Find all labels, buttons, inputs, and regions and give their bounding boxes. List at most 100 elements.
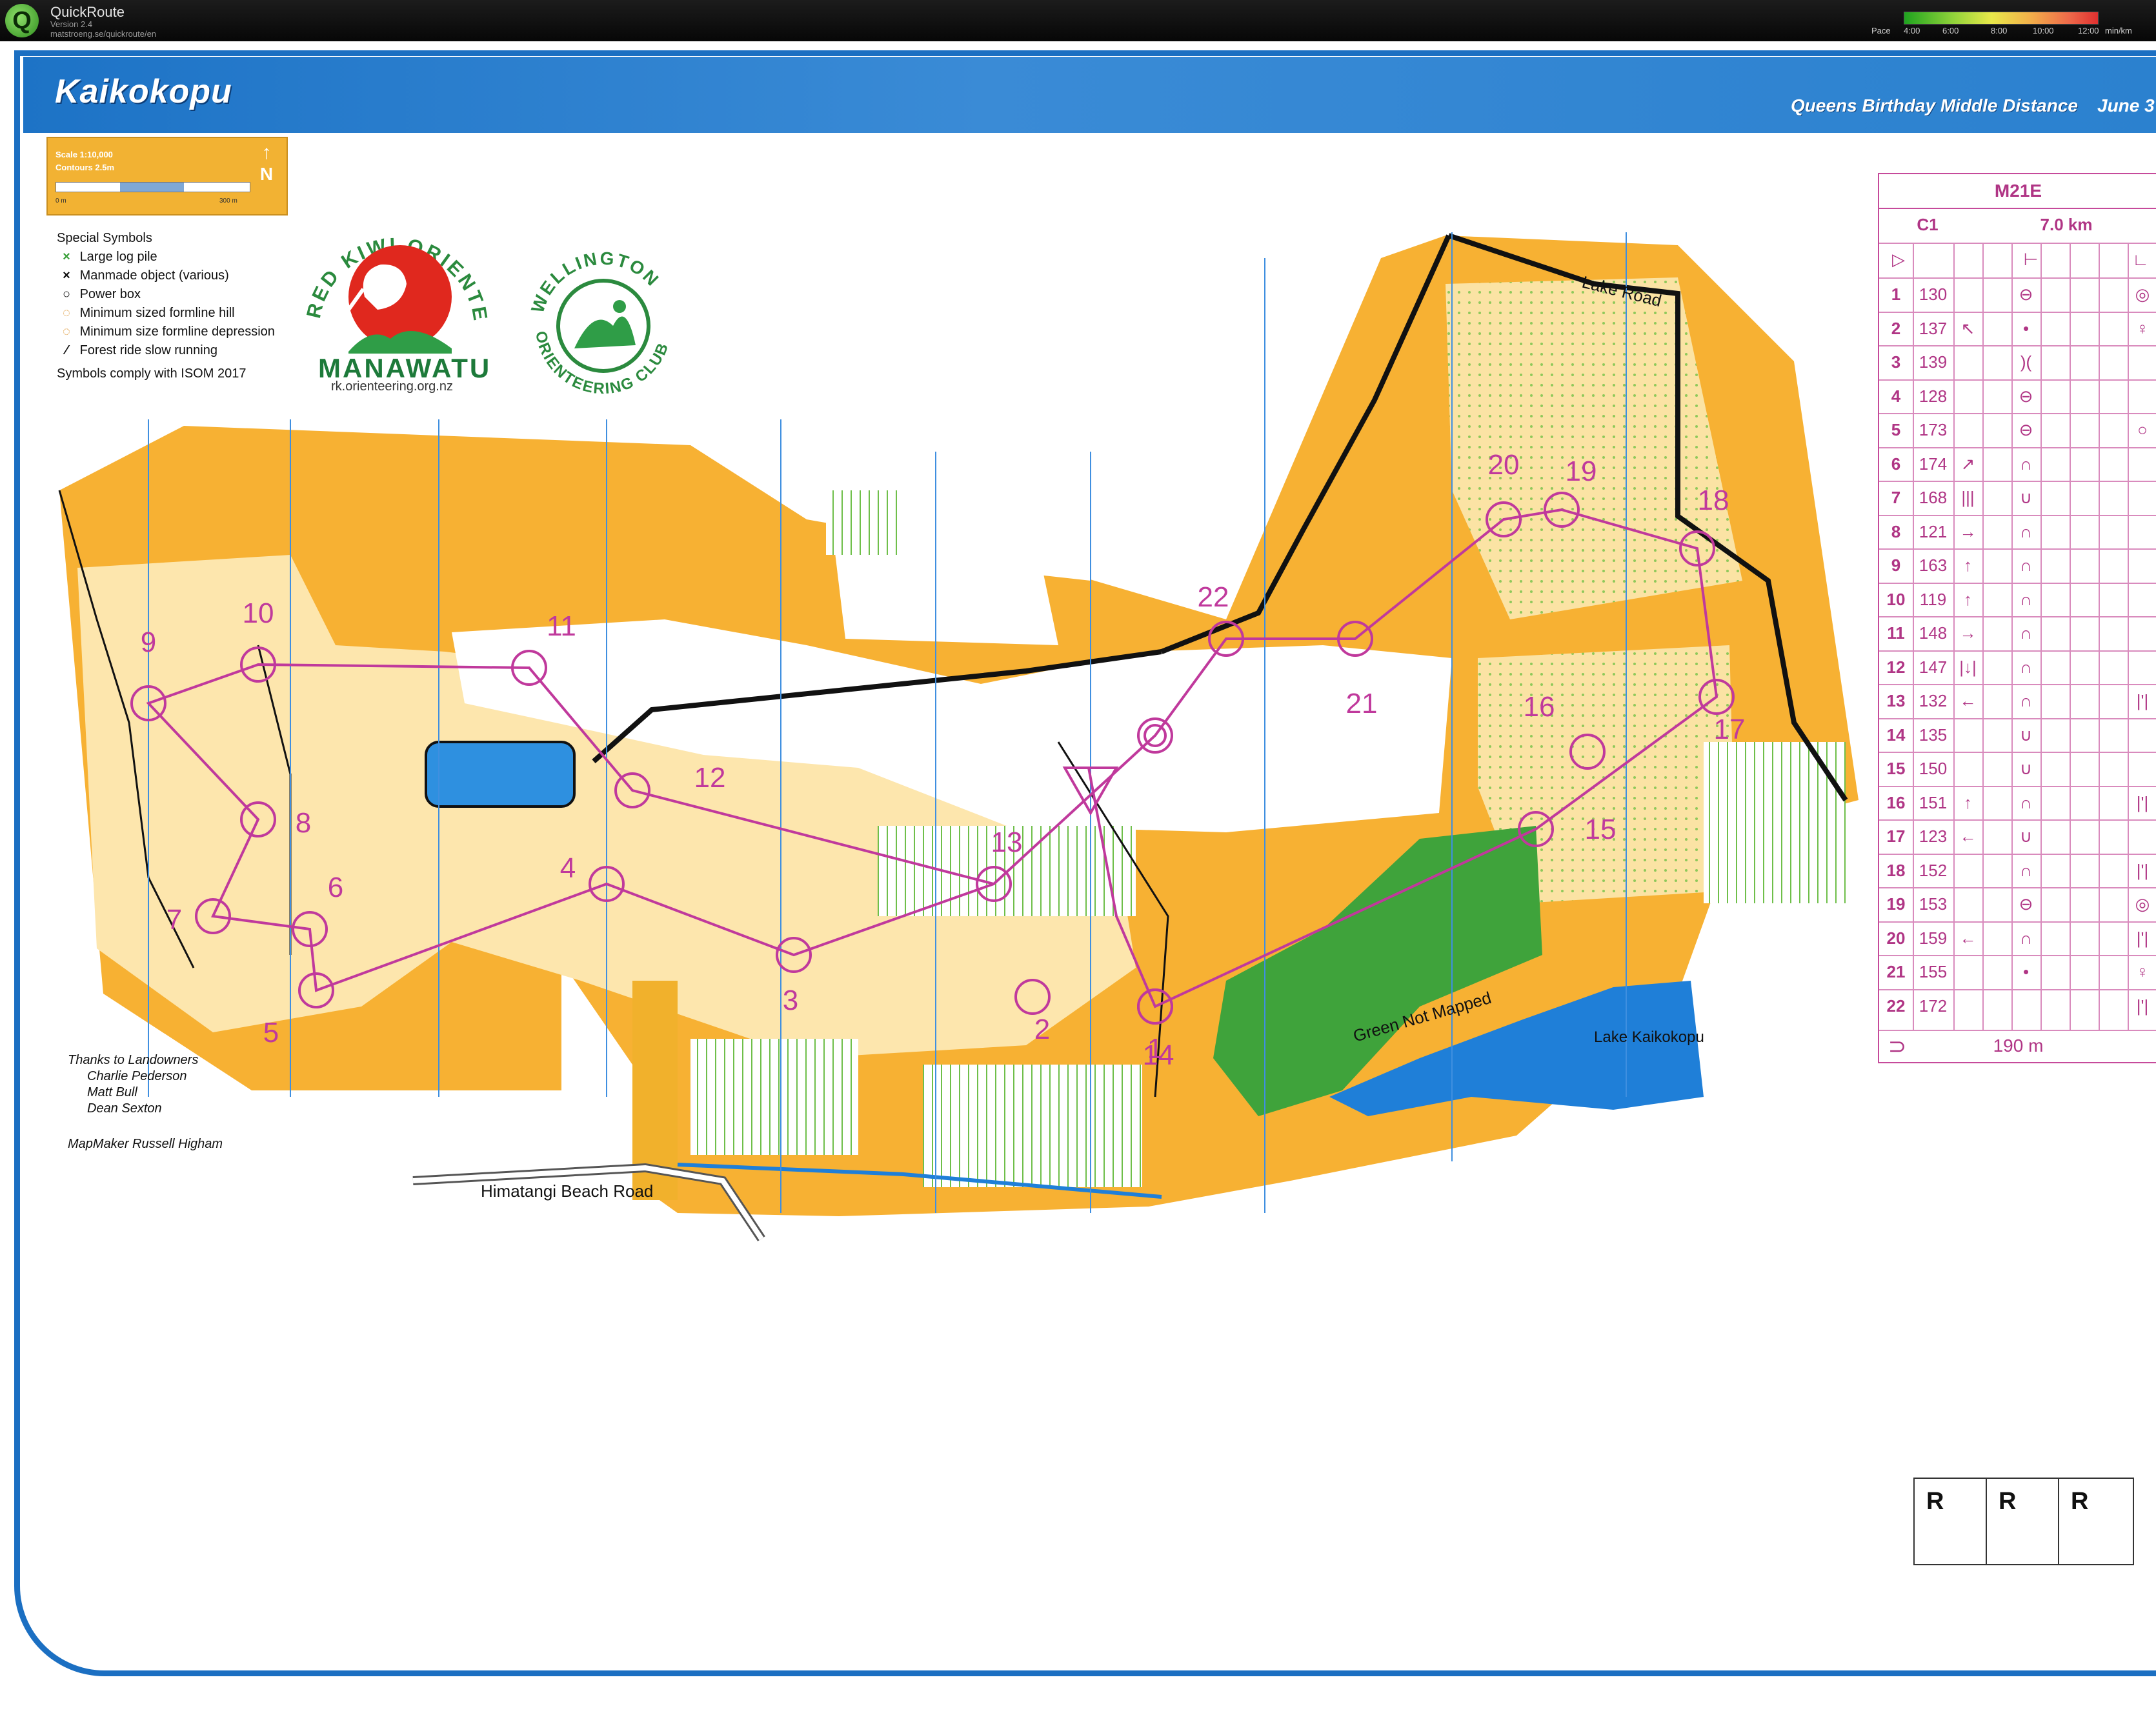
control-number: 5 (263, 1017, 279, 1048)
credits-heading: Thanks to Landowners (68, 1053, 199, 1067)
control-code: 150 (1919, 759, 1948, 778)
control-number: 21 (1346, 688, 1378, 719)
start-location-icon: ∟ (2132, 250, 2149, 269)
control-code: 148 (1919, 623, 1948, 643)
row-number: 15 (1886, 759, 1906, 778)
control-code: 168 (1919, 488, 1948, 507)
control-number: 4 (560, 852, 576, 884)
course-name: C1 (1917, 215, 1939, 234)
row-number: 19 (1886, 894, 1906, 914)
direction-icon: ↑ (1964, 792, 1972, 812)
control-number: 6 (328, 872, 343, 903)
location-icon: |'| (2136, 792, 2149, 812)
cultivated-field (923, 1065, 1142, 1187)
landowner-credits: Thanks to Landowners Charlie Pederson Ma… (68, 1053, 198, 1118)
control-code: 163 (1919, 556, 1948, 575)
mapmaker-credit: MapMaker Russell Higham (68, 1137, 223, 1151)
direction-icon: ← (1959, 691, 1977, 710)
direction-icon: ← (1959, 827, 1977, 846)
location-icon: |'| (2136, 928, 2149, 948)
forest-area (974, 477, 1097, 581)
class-name: M21E (1879, 174, 2156, 209)
feature-icon: ⊖ (2019, 386, 2033, 406)
feature-icon: ∩ (2020, 792, 2032, 812)
row-number: 12 (1886, 657, 1906, 677)
start-feature-icon: ⊢ (2023, 250, 2039, 269)
feature-icon: ⊖ (2019, 420, 2033, 439)
location-icon: ♀ (2136, 962, 2149, 981)
row-number: 1 (1891, 285, 1901, 304)
control-code: 128 (1919, 386, 1948, 406)
location-icon: |'| (2136, 996, 2149, 1016)
location-icon: ○ (2137, 420, 2148, 439)
row-number: 21 (1886, 962, 1906, 981)
feature-icon: ∩ (2020, 521, 2032, 541)
location-icon: |'| (2136, 691, 2149, 710)
feature-icon: ∪ (2019, 827, 2033, 846)
punch-box: R (1987, 1479, 2059, 1564)
row-number: 16 (1886, 792, 1906, 812)
feature-icon: ⊖ (2019, 894, 2033, 914)
lake-label: Lake Kaikokopu (1594, 1028, 1704, 1046)
finish-distance: 190 m (1993, 1036, 2044, 1056)
feature-icon: ∩ (2020, 860, 2032, 880)
sheet-divider (1953, 243, 1955, 1030)
row-number: 18 (1886, 860, 1906, 880)
feature-icon: ⊖ (2019, 285, 2033, 304)
sheet-divider (2070, 243, 2071, 1030)
control-code: 174 (1919, 454, 1948, 474)
sheet-divider (2099, 243, 2100, 1030)
control-number: 14 (1143, 1039, 1174, 1071)
direction-icon: → (1959, 623, 1977, 643)
control-code: 119 (1919, 589, 1947, 609)
location-icon: ◎ (2135, 285, 2150, 304)
control-code: 152 (1919, 860, 1948, 880)
row-number: 17 (1886, 827, 1906, 846)
credit-name: Matt Bull (87, 1085, 137, 1099)
cultivated-field (690, 1039, 858, 1155)
control-code: 123 (1919, 827, 1948, 846)
location-icon: |'| (2136, 860, 2149, 880)
location-icon: ◎ (2135, 894, 2150, 914)
feature-icon: ∩ (2020, 928, 2032, 948)
location-icon: ♀ (2136, 318, 2149, 338)
control-number: 16 (1524, 691, 1555, 723)
control-code: 159 (1919, 928, 1948, 948)
row-number: 2 (1891, 318, 1901, 338)
feature-icon: ∩ (2020, 589, 2032, 609)
direction-icon: ↖ (1960, 318, 1975, 338)
control-code: 132 (1919, 691, 1948, 710)
feature-icon: • (2022, 962, 2030, 981)
feature-icon: ∪ (2019, 759, 2033, 778)
row-number: 4 (1891, 386, 1901, 406)
direction-icon: ↗ (1960, 454, 1975, 474)
sheet-divider (2011, 243, 2013, 1030)
control-code: 151 (1919, 792, 1948, 812)
control-code: 173 (1919, 420, 1948, 439)
feature-icon: ∩ (2020, 454, 2032, 474)
sheet-divider (2040, 243, 2042, 1030)
direction-icon: → (1959, 521, 1977, 541)
control-number: 17 (1714, 714, 1746, 745)
feature-icon: ∩ (2020, 657, 2032, 677)
punch-box: R (2071, 1488, 2089, 1515)
row-number: 11 (1887, 623, 1905, 643)
row-number: 3 (1891, 352, 1901, 372)
control-number: 8 (296, 807, 311, 839)
sheet-divider (1913, 243, 1914, 1030)
start-symbol-icon: ▷ (1892, 250, 1905, 269)
feature-icon: ∩ (2020, 691, 2032, 710)
control-code: 137 (1919, 318, 1948, 338)
control-number: 19 (1566, 456, 1597, 487)
control-number: 22 (1198, 581, 1229, 613)
control-number: 11 (547, 610, 576, 642)
punch-box: R (1915, 1479, 1987, 1564)
beach-road-label: Himatangi Beach Road (481, 1181, 653, 1201)
cultivated-field (826, 490, 903, 555)
direction-icon: ↑ (1964, 589, 1972, 609)
control-code: 153 (1919, 894, 1948, 914)
control-number: 2 (1034, 1014, 1050, 1045)
row-number: 7 (1891, 488, 1901, 507)
control-code: 130 (1919, 285, 1948, 304)
control-number: 20 (1488, 449, 1520, 481)
